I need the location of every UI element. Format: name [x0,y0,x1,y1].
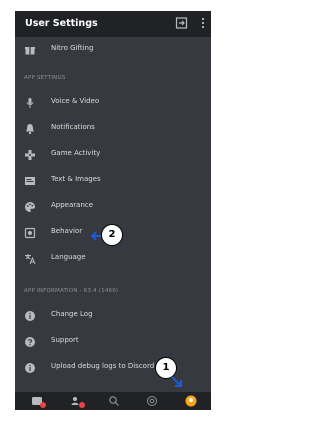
settings-item-label: Support [51,336,79,344]
notification-badge [79,402,85,408]
settings-item-text-images[interactable]: Text & Images [15,169,211,193]
gift-icon [25,47,35,55]
behavior-icon [24,227,36,239]
search-icon[interactable] [108,395,120,407]
palette-icon [25,202,35,212]
gamepad-icon [25,150,35,160]
section-header-app-settings: APP SETTINGS [24,75,66,81]
bell-icon [26,124,34,135]
settings-item-notifications[interactable]: Notifications [15,117,211,141]
microphone-icon [26,98,34,108]
settings-item-appearance[interactable]: Appearance [15,195,211,219]
settings-item-label: Upload debug logs to Discord Su [51,362,166,370]
info-icon [25,363,35,373]
more-vertical-icon[interactable] [196,16,210,30]
image-icon [25,177,35,185]
settings-item-game-activity[interactable]: Game Activity [15,143,211,167]
settings-item-voice-video[interactable]: Voice & Video [15,91,211,115]
callout-badge-2: 2 [101,224,123,246]
settings-item-label: Change Log [51,310,93,318]
info-icon [25,311,35,321]
settings-item-label: Game Activity [51,149,101,157]
settings-item-label: Text & Images [51,175,101,183]
settings-item-label: Notifications [51,123,95,131]
settings-item-label: Language [51,253,86,261]
mentions-icon[interactable] [146,395,158,407]
settings-item-label: Voice & Video [51,97,100,105]
language-icon [25,254,36,265]
settings-item-change-log[interactable]: Change Log [15,304,211,328]
profile-avatar-icon[interactable] [185,395,197,407]
phone-screen: User Settings Nitro Gifting APP SETTINGS… [15,11,211,410]
section-header-app-information: APP INFORMATION - 63.4 (1460) [24,288,119,294]
settings-item-language[interactable]: Language [15,247,211,271]
bottom-nav [15,392,211,410]
callout-arrow [171,376,182,387]
help-icon [25,337,35,347]
settings-item-label: Nitro Gifting [51,44,94,52]
settings-item-nitro-gifting[interactable]: Nitro Gifting [15,38,211,62]
settings-item-support[interactable]: Support [15,330,211,354]
exit-icon[interactable] [175,16,189,30]
notification-badge [40,402,46,408]
settings-item-label: Behavior [51,227,83,235]
page-title: User Settings [25,18,98,29]
top-bar: User Settings [15,11,211,37]
settings-item-label: Appearance [51,201,94,209]
